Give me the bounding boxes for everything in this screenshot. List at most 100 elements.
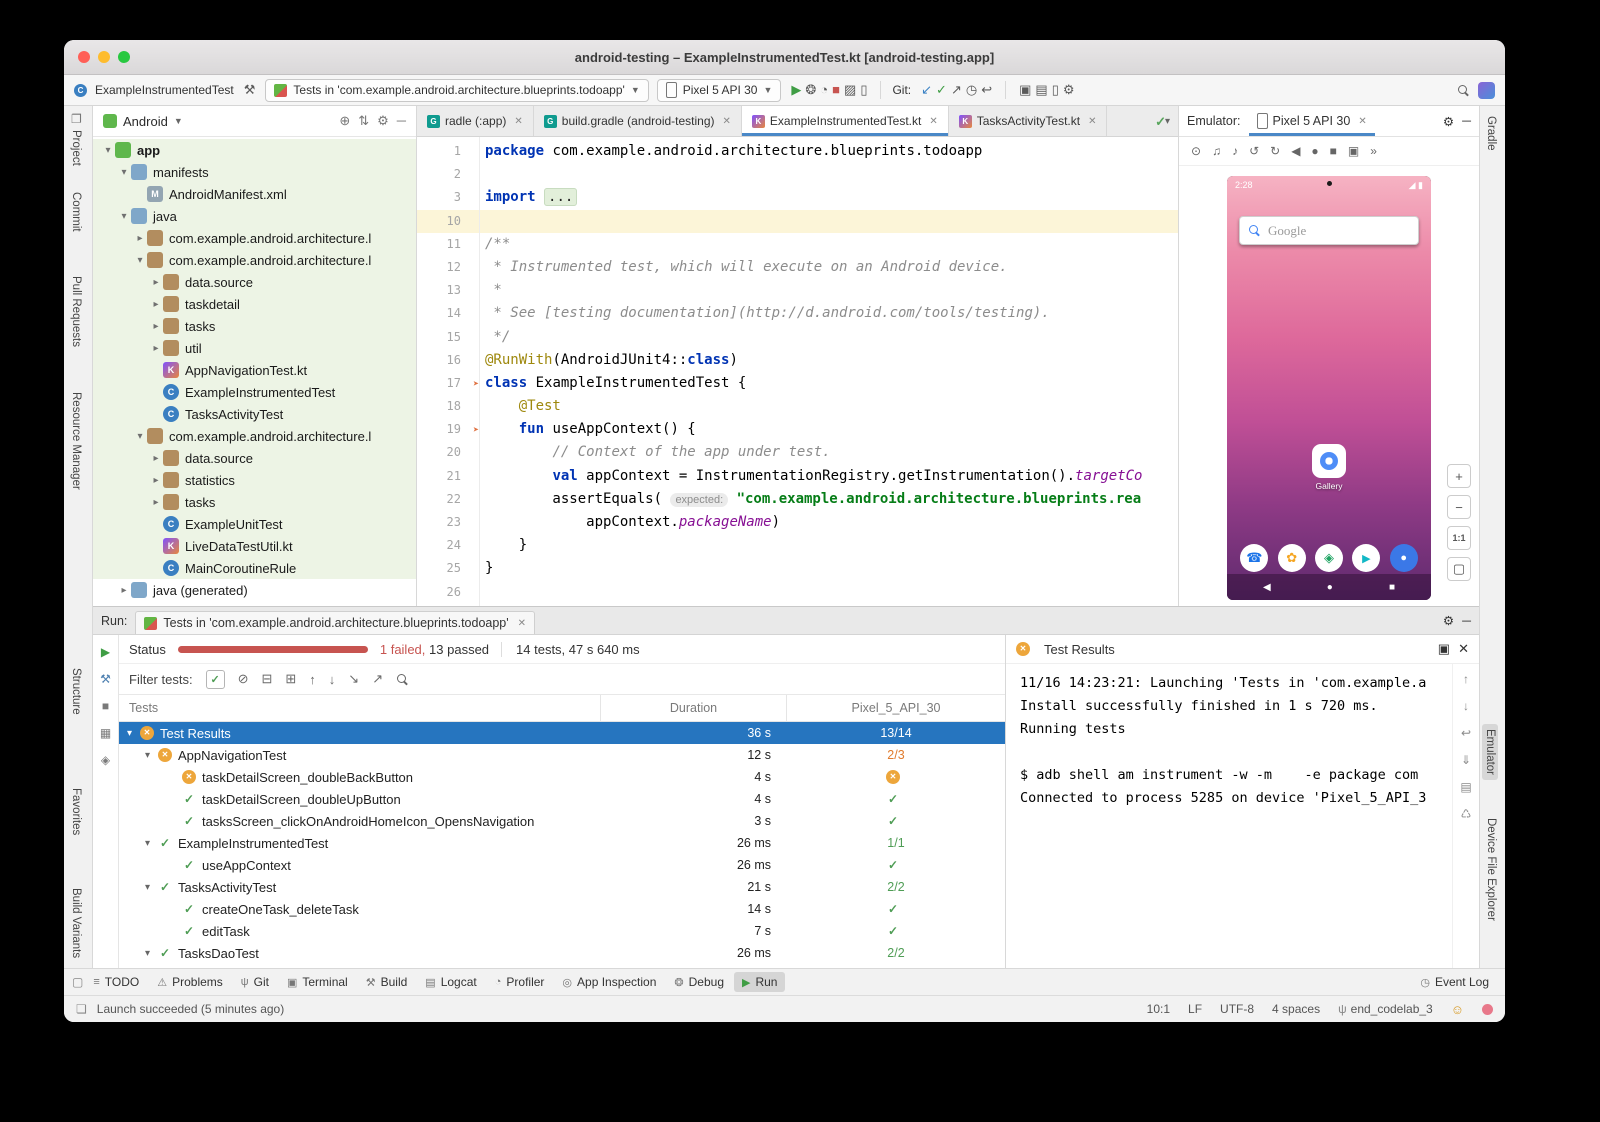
project-tree-row[interactable]: ▸ statistics [93,469,416,491]
profile-icon[interactable]: ◔ [818,82,830,97]
next-failed-icon[interactable]: ↓ [329,672,336,687]
stop-tests-icon[interactable]: ■ [102,699,109,713]
project-structure-icon[interactable]: ▣ [1017,82,1033,97]
test-row[interactable]: tasksScreen_clickOnAndroidHomeIcon_Opens… [119,810,1005,832]
device-file-explorer-icon[interactable]: ▯ [1050,82,1061,97]
record-icon[interactable]: ● [1311,144,1318,158]
gutter-run-marker-icon[interactable] [467,465,485,488]
tree-chevron-icon[interactable]: ▾ [145,838,158,849]
project-tree-row[interactable]: ▸ tasks [93,315,416,337]
sort-icon[interactable]: ⇅ [358,113,369,128]
gutter-run-marker-icon[interactable] [467,326,485,349]
gutter-run-marker-icon[interactable] [467,186,485,209]
test-row[interactable]: editTask 7 s [119,920,1005,942]
gradle-sync-icon[interactable]: ⚙ [1061,82,1077,97]
power-icon[interactable]: ⊙ [1191,144,1201,158]
show-passed-toggle[interactable]: ✓ [206,670,225,689]
tool-window-button[interactable]: ❂ Debug [666,972,732,992]
tree-chevron-icon[interactable]: ▾ [145,750,158,761]
camera-app-icon[interactable]: ● [1390,544,1418,572]
zoom-window-button[interactable] [118,51,130,63]
sidebar-item-gradle[interactable]: Gradle [1485,116,1497,151]
gutter-run-marker-icon[interactable] [467,511,485,534]
hide-panel-icon[interactable]: ─ [1462,614,1471,628]
tree-chevron-icon[interactable]: ▸ [149,321,163,332]
gutter-run-marker-icon[interactable] [467,163,485,186]
rotate-right-icon[interactable]: ↻ [1270,144,1280,158]
fit-screen-button[interactable]: ▢ [1447,557,1471,581]
gutter-run-marker-icon[interactable] [467,557,485,580]
indicator-icon[interactable] [1482,1004,1493,1015]
test-row[interactable]: ▾ ExampleInstrumentedTest 26 ms 1/1 [119,832,1005,854]
tree-chevron-icon[interactable]: ▸ [149,299,163,310]
close-icon[interactable]: ✕ [1458,641,1469,657]
edit-configurations-icon[interactable]: ⚒ [242,82,258,98]
maps-app-icon[interactable]: ◈ [1315,544,1343,572]
search-everywhere-icon[interactable] [1457,84,1470,97]
project-tree-row[interactable]: ▾ app [93,139,416,161]
gutter-run-marker-icon[interactable] [467,441,485,464]
sidebar-item-commit[interactable]: Commit [70,192,82,232]
show-ignored-icon[interactable]: ⊘ [238,671,249,687]
tree-chevron-icon[interactable]: ▸ [149,343,163,354]
project-tree-row[interactable]: ▸ data.source [93,447,416,469]
nav-recents-icon[interactable]: ■ [1389,582,1395,593]
google-search-widget[interactable]: Google [1239,216,1419,245]
tree-chevron-icon[interactable]: ▾ [117,167,131,178]
tree-chevron-icon[interactable]: ▸ [149,277,163,288]
history-icon[interactable]: ◷ [964,82,979,97]
editor-tab[interactable]: radle (:app) ✕ [417,106,534,136]
tool-window-button[interactable]: ▤ Logcat [417,972,484,992]
feedback-smiley-icon[interactable]: ☺ [1451,1002,1464,1017]
project-tree-row[interactable]: TasksActivityTest [93,403,416,425]
tool-window-button[interactable]: ▶ Run [734,972,785,992]
test-row[interactable]: ▾ Test Results 36 s 13/14 [119,722,1005,744]
git-branch-widget[interactable]: ψ end_codelab_3 [1338,1002,1433,1016]
restore-layout-icon[interactable]: ▦ [100,726,111,740]
device-select[interactable]: Pixel 5 API 30 ▼ [657,79,782,102]
run-configuration-select[interactable]: Tests in 'com.example.android.architectu… [265,79,648,102]
commit-icon[interactable]: ✓ [934,82,949,97]
export-results-icon[interactable]: ↗ [372,671,383,687]
column-device[interactable]: Pixel_5_API_30 [786,695,1005,721]
close-tab-icon[interactable]: ✕ [518,618,526,629]
device-manager-icon[interactable]: ▯ [858,82,869,97]
editor-tab[interactable]: build.gradle (android-testing) ✕ [534,106,742,136]
project-tree-row[interactable]: AppNavigationTest.kt [93,359,416,381]
gallery-app-shortcut[interactable]: Gallery [1312,444,1346,491]
overflow-icon[interactable]: » [1370,144,1377,158]
project-tree-row[interactable]: ▸ com.example.android.architecture.l [93,227,416,249]
update-project-icon[interactable]: ↙ [919,82,934,97]
sidebar-item-emulator[interactable]: Emulator [1482,724,1498,780]
gutter-run-marker-icon[interactable] [467,302,485,325]
screenshot-icon[interactable]: ▣ [1348,144,1359,158]
run-icon[interactable]: ▶ [789,82,803,97]
settings-icon[interactable]: ⚙ [377,113,389,128]
tree-chevron-icon[interactable]: ▾ [145,882,158,893]
split-view-icon[interactable]: ▣ [1438,641,1450,657]
nav-back-icon[interactable]: ◀ [1263,582,1271,593]
coverage-icon[interactable]: ▨ [842,82,858,97]
hide-panel-icon[interactable]: ─ [397,113,406,128]
sidebar-item-pull-requests[interactable]: Pull Requests [70,276,82,347]
previous-failed-icon[interactable]: ↑ [309,672,316,687]
playstore-app-icon[interactable]: ▶ [1352,544,1380,572]
stop-icon[interactable]: ■ [1330,144,1337,158]
file-encoding[interactable]: UTF-8 [1220,1002,1254,1016]
scroll-down-icon[interactable]: ↓ [1463,699,1469,713]
gutter-run-marker-icon[interactable] [467,140,485,163]
gear-icon[interactable]: ⚙ [1443,114,1454,129]
tool-window-button[interactable]: ≡ TODO [85,972,147,992]
project-tree-row[interactable]: ExampleInstrumentedTest [93,381,416,403]
hide-panel-icon[interactable]: ─ [1462,114,1471,128]
editor-tab[interactable]: TasksActivityTest.kt ✕ [949,106,1108,136]
code-editor[interactable]: 1 package com.example.android.architectu… [417,137,1178,606]
gutter-run-marker-icon[interactable] [467,349,485,372]
tool-window-switcher-icon[interactable]: ▢ [72,975,83,989]
project-tree-row[interactable]: ▾ com.example.android.architecture.l [93,249,416,271]
phone-app-icon[interactable]: ☎ [1240,544,1268,572]
scroll-to-end-icon[interactable]: ⇓ [1461,753,1471,767]
run-config-tab[interactable]: Tests in 'com.example.android.architectu… [135,611,535,634]
sidebar-item-build-variants[interactable]: Build Variants [70,888,82,958]
project-tree-row[interactable]: ExampleUnitTest [93,513,416,535]
